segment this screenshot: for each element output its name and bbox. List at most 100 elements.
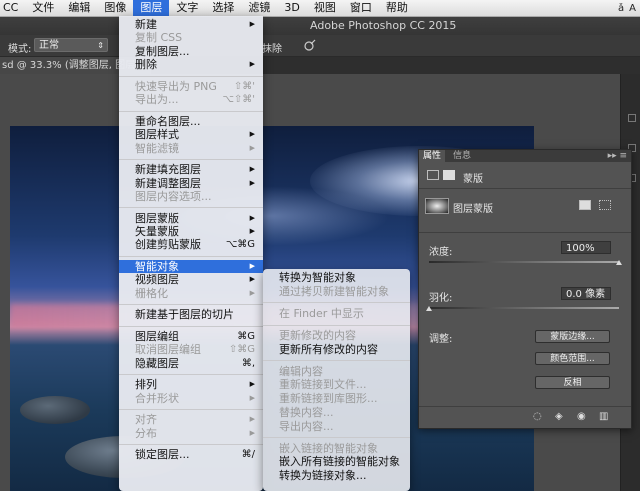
menu-item[interactable]: 重命名图层... [119,115,263,128]
submenu-arrow-icon: ▶ [249,130,255,139]
menu-item-label: 图层内容选项... [135,190,212,203]
menu-separator [119,207,263,209]
menu-item: 智能滤镜 ▶ [119,142,263,155]
menu-item: 嵌入链接的智能对象 [263,442,410,455]
load-selection-icon[interactable]: ◌ [533,411,542,422]
trash-icon[interactable]: ▥ [599,411,608,422]
menubar-item[interactable]: 3D [277,0,306,16]
mask-label: 图层蒙版 [453,204,493,215]
menu-item[interactable]: 复制图层... [119,45,263,58]
menubar-item[interactable]: 滤镜 [241,0,277,16]
menu-item[interactable]: 新建调整图层 ▶ [119,177,263,190]
menubar-item[interactable]: 编辑 [61,0,97,16]
window-title: Adobe Photoshop CC 2015 [310,19,457,32]
tray-icon[interactable]: ǎ [618,3,624,14]
menu-item[interactable]: 图层样式 ▶ [119,128,263,141]
submenu-arrow-icon: ▶ [249,165,255,174]
pixel-mask-icon[interactable] [579,200,591,210]
panel-menu-icon[interactable]: ▸▸ ≡ [608,150,627,162]
menubar-item[interactable]: 文字 [169,0,205,16]
menu-item[interactable]: 矢量蒙版 ▶ [119,225,263,238]
target-brush-icon[interactable] [303,38,317,52]
menu-item[interactable]: 新建填充图层 ▶ [119,163,263,176]
submenu-arrow-icon: ▶ [249,227,255,235]
menu-item[interactable]: 转换为智能对象 [263,271,410,284]
panel-toggle-icon[interactable] [628,114,636,122]
submenu-arrow-icon: ▶ [249,380,255,389]
menu-item[interactable]: 锁定图层... ⌘/ [119,448,263,461]
menu-shortcut: ⌥⌘G [225,239,255,251]
menu-item-label: 转换为链接对象... [279,469,367,482]
vector-mask-icon[interactable] [599,200,611,210]
erase-label[interactable]: 抹除 [262,40,282,55]
mode-select[interactable]: 正常 ⇕ [34,38,108,52]
menu-item: 分布 ▶ [119,427,263,440]
menu-item-label: 创建剪贴蒙版 [135,238,201,252]
menubar-item[interactable]: 帮助 [379,0,415,16]
density-slider[interactable] [429,261,619,263]
feather-field[interactable]: 0.0 像素 [561,287,611,300]
menubar-item[interactable]: 窗口 [343,0,379,16]
menu-item[interactable]: 删除 ▶ [119,58,263,71]
color-range-button[interactable]: 颜色范围... [535,352,610,365]
menu-item[interactable]: 转换为链接对象... [263,469,410,482]
menu-item[interactable]: 隐藏图层 ⌘, [119,357,263,370]
menu-item-label: 排列 [135,378,157,392]
menu-item-label: 新建填充图层 [135,163,201,177]
menubar-item[interactable]: 图像 [97,0,133,16]
menu-item[interactable]: 排列 ▶ [119,378,263,391]
menu-separator [119,255,263,257]
tab-info[interactable]: 信息 [449,150,475,162]
menu-item[interactable]: 创建剪贴蒙版 ⌥⌘G [119,238,263,251]
menubar-item[interactable]: 视图 [307,0,343,16]
adjust-label: 调整: [429,334,453,345]
menu-item[interactable]: 新建 ▶ [119,18,263,31]
menu-item[interactable]: 嵌入所有链接的智能对象 [263,455,410,468]
menu-separator [119,75,263,77]
tray-icon[interactable]: A [629,3,636,14]
menu-item[interactable]: 图层编组 ⌘G [119,330,263,343]
feather-slider[interactable] [429,307,619,309]
menu-item-label: 新建 [135,18,157,31]
menubar-item[interactable]: 文件 [25,0,61,16]
smart-object-submenu: 转换为智能对象 通过拷贝新建智能对象在 Finder 中显示 更新修改的内容 更新所有… [263,269,410,491]
options-bar: 模式: 正常 ⇕ 抹除 [0,35,640,57]
submenu-arrow-icon: ▶ [249,428,255,437]
menu-item: 对齐 ▶ [119,413,263,426]
mask-edge-button[interactable]: 蒙版边缘... [535,330,610,343]
menu-separator [263,360,410,362]
section-label: 蒙版 [463,174,483,185]
menu-item-label: 智能滤镜 [135,141,179,155]
menu-item: 合并形状 ▶ [119,392,263,405]
visibility-eye-icon[interactable]: ◉ [577,411,586,422]
menu-item[interactable]: 智能对象 ▶ [119,260,263,273]
feather-slider-thumb[interactable] [426,306,432,311]
mask-icon[interactable] [443,170,455,180]
tab-properties[interactable]: 属性 [419,150,446,162]
menu-separator [119,325,263,327]
menu-item-label: 更新修改的内容 [279,328,356,342]
submenu-arrow-icon: ▶ [249,275,255,284]
mode-label: 模式: [8,44,32,55]
invert-button[interactable]: 反相 [535,376,610,389]
menu-item: 栅格化 ▶ [119,287,263,300]
menubar-item[interactable]: CC [0,0,25,16]
menu-item[interactable]: 视频图层 ▶ [119,273,263,286]
menu-shortcut: ⌘, [241,357,255,369]
menu-item[interactable]: 更新所有修改的内容 [263,343,410,356]
adjustment-icon[interactable] [427,170,439,180]
menubar-item[interactable]: 选择 [205,0,241,16]
menu-item-label: 编辑内容 [279,364,323,378]
menu-item: 替换内容... [263,406,410,419]
density-label: 浓度: [429,247,453,258]
menu-item-label: 新建调整图层 [135,176,201,190]
menubar-item[interactable]: 图层 [133,0,170,16]
menu-item-label: 矢量蒙版 [135,225,179,238]
density-slider-thumb[interactable] [616,260,622,265]
menu-separator [263,302,410,304]
menu-item[interactable]: 图层蒙版 ▶ [119,212,263,225]
apply-mask-icon[interactable]: ◈ [555,411,563,422]
menu-item[interactable]: 新建基于图层的切片 [119,308,263,321]
density-field[interactable]: 100% [561,241,611,254]
mask-thumbnail[interactable] [425,198,449,214]
